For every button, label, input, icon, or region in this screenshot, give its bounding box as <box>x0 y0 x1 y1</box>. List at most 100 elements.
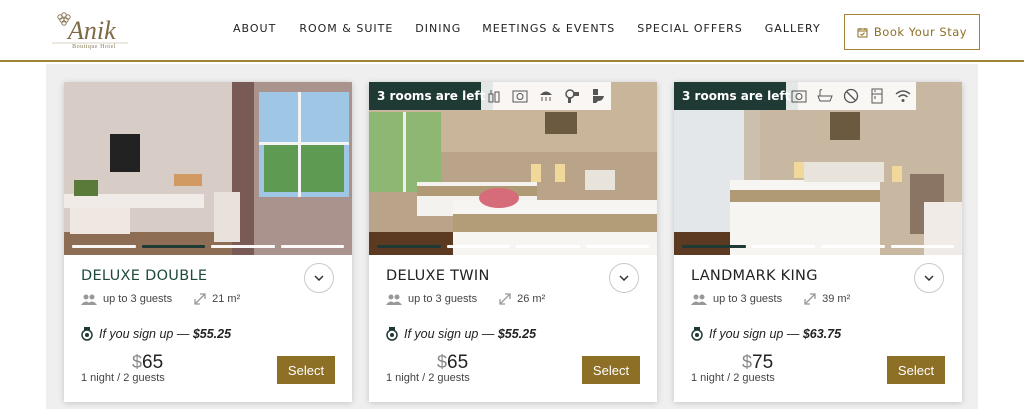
guests-icon <box>691 293 707 305</box>
promo-price: $55.25 <box>192 327 232 341</box>
member-badge-icon <box>386 327 398 341</box>
book-your-stay-label: Book Your Stay <box>873 25 968 39</box>
nav-meetings-events[interactable]: MEETINGS & EVENTS <box>482 22 615 35</box>
chevron-down-icon <box>924 275 934 281</box>
member-badge-icon <box>691 327 703 341</box>
nav-room-suite[interactable]: ROOM & SUITE <box>299 22 393 35</box>
no-smoking-icon <box>838 82 864 110</box>
room-card-deluxe-double: DELUXE DOUBLE up to 3 guests 21 m² If yo… <box>64 82 352 402</box>
promo-text: If you sign up — <box>404 327 498 341</box>
room-area: 39 m² <box>822 293 851 305</box>
slide-indicator[interactable] <box>446 245 510 248</box>
expand-toggle[interactable] <box>304 263 334 293</box>
slide-indicator[interactable] <box>751 245 815 248</box>
nav-about[interactable]: ABOUT <box>233 22 276 35</box>
promo-text: If you sign up — <box>709 327 803 341</box>
slide-indicator[interactable] <box>516 245 580 248</box>
room-specs: up to 3 guests 39 m² <box>691 293 850 305</box>
minibar-fridge-icon <box>864 82 890 110</box>
slide-indicator[interactable] <box>72 245 136 248</box>
amenity-icons <box>786 82 916 110</box>
stay-details: 1 night / 2 guests <box>386 372 470 384</box>
slide-indicator[interactable] <box>682 245 746 248</box>
price-value: 65 <box>447 352 469 373</box>
guest-capacity: up to 3 guests <box>408 293 478 305</box>
book-your-stay-button[interactable]: Book Your Stay <box>844 14 980 50</box>
room-specs: up to 3 guests 21 m² <box>81 293 240 305</box>
expand-toggle[interactable] <box>914 263 944 293</box>
room-card-landmark-king: 3 rooms are left LANDMARK KING up to 3 g… <box>674 82 962 402</box>
room-photo[interactable]: 3 rooms are left <box>369 82 657 255</box>
select-room-button[interactable]: Select <box>582 356 640 384</box>
hair-dryer-icon <box>559 82 585 110</box>
slide-indicators <box>682 245 954 248</box>
stay-details: 1 night / 2 guests <box>691 372 775 384</box>
promo-price: $55.25 <box>497 327 537 341</box>
room-photo[interactable]: 3 rooms are left <box>674 82 962 255</box>
guest-capacity: up to 3 guests <box>103 293 173 305</box>
member-badge-icon <box>81 327 93 341</box>
safe-icon <box>786 82 812 110</box>
nav-dining[interactable]: DINING <box>415 22 461 35</box>
slide-indicator[interactable] <box>141 245 205 248</box>
member-promo[interactable]: If you sign up — $55.25 <box>386 327 536 341</box>
member-promo[interactable]: If you sign up — $63.75 <box>691 327 841 341</box>
svg-text:Anik: Anik <box>66 16 116 45</box>
rooms-left-badge: 3 rooms are left <box>369 82 494 110</box>
room-price: $65 <box>437 352 468 374</box>
price-value: 65 <box>142 352 164 373</box>
room-card-deluxe-twin: 3 rooms are left DELUXE TWIN up to 3 gue… <box>369 82 657 402</box>
room-name[interactable]: DELUXE DOUBLE <box>81 268 207 284</box>
room-price: $65 <box>132 352 163 374</box>
slide-indicators <box>377 245 649 248</box>
slide-indicators <box>72 245 344 248</box>
room-photo[interactable] <box>64 82 352 255</box>
price-currency: $ <box>132 352 143 372</box>
price-currency: $ <box>742 352 753 372</box>
slide-indicator[interactable] <box>890 245 954 248</box>
toilet-icon <box>585 82 611 110</box>
main-nav: ABOUT ROOM & SUITE DINING MEETINGS & EVE… <box>222 22 821 35</box>
slide-indicator[interactable] <box>585 245 649 248</box>
price-currency: $ <box>437 352 448 372</box>
nav-gallery[interactable]: GALLERY <box>765 22 821 35</box>
hotel-logo[interactable]: Anik Boutique Hotel <box>48 8 132 54</box>
expand-toggle[interactable] <box>609 263 639 293</box>
shower-icon <box>533 82 559 110</box>
slide-indicator[interactable] <box>377 245 441 248</box>
promo-price: $63.75 <box>802 327 842 341</box>
room-size-icon <box>804 293 816 305</box>
calendar-check-icon <box>857 27 868 37</box>
slide-indicator[interactable] <box>211 245 275 248</box>
slide-indicator[interactable] <box>280 245 344 248</box>
room-area: 21 m² <box>212 293 241 305</box>
room-price: $75 <box>742 352 773 374</box>
nav-special-offers[interactable]: SPECIAL OFFERS <box>637 22 743 35</box>
room-size-icon <box>499 293 511 305</box>
guest-capacity: up to 3 guests <box>713 293 783 305</box>
amenity-icons <box>481 82 611 110</box>
select-room-button[interactable]: Select <box>277 356 335 384</box>
promo-text: If you sign up — <box>99 327 193 341</box>
stay-details: 1 night / 2 guests <box>81 372 165 384</box>
price-value: 75 <box>752 352 774 373</box>
room-name[interactable]: DELUXE TWIN <box>386 268 490 284</box>
bathtub-icon <box>812 82 838 110</box>
safe-icon <box>507 82 533 110</box>
room-size-icon <box>194 293 206 305</box>
room-name[interactable]: LANDMARK KING <box>691 268 818 284</box>
chevron-down-icon <box>619 275 629 281</box>
logo-tagline: Boutique Hotel <box>72 44 116 50</box>
mini-bar-icon <box>481 82 507 110</box>
rooms-left-badge: 3 rooms are left <box>674 82 799 110</box>
slide-indicator[interactable] <box>821 245 885 248</box>
member-promo[interactable]: If you sign up — $55.25 <box>81 327 231 341</box>
room-area: 26 m² <box>517 293 546 305</box>
site-header: Anik Boutique Hotel ABOUT ROOM & SUITE D… <box>0 0 1024 62</box>
chevron-down-icon <box>314 275 324 281</box>
select-room-button[interactable]: Select <box>887 356 945 384</box>
wifi-icon <box>890 82 916 110</box>
guests-icon <box>81 293 97 305</box>
room-specs: up to 3 guests 26 m² <box>386 293 545 305</box>
guests-icon <box>386 293 402 305</box>
